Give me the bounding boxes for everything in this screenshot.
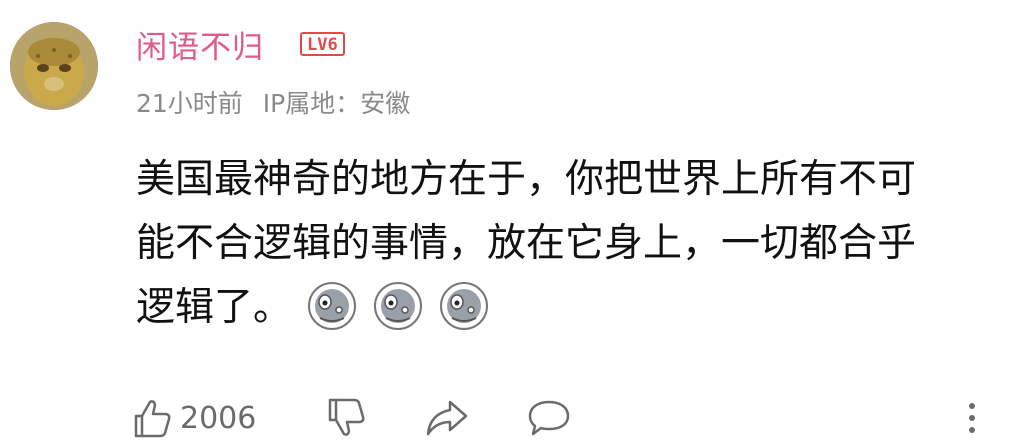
comment-line-last: 逻辑了。 <box>136 276 996 340</box>
comment-line: 能不合逻辑的事情，放在它身上，一切都合乎 <box>136 221 917 266</box>
avatar-image <box>10 22 98 110</box>
thinking-emoji <box>308 281 357 330</box>
thinking-emoji <box>440 281 489 330</box>
like-button[interactable]: 2006 <box>130 396 256 440</box>
thumbs-up-icon <box>134 400 171 438</box>
comment-text: 美国最神奇的地方在于，你把世界上所有不可 能不合逻辑的事情，放在它身上，一切都合… <box>136 148 996 340</box>
like-count: 2006 <box>180 400 257 436</box>
comment-icon <box>528 400 570 436</box>
comment-line-text: 逻辑了。 <box>136 285 293 330</box>
reply-button[interactable] <box>526 396 572 440</box>
comment-line: 美国最神奇的地方在于，你把世界上所有不可 <box>136 157 917 202</box>
thinking-emoji <box>374 281 423 330</box>
username[interactable]: 闲语不归 <box>136 22 264 67</box>
level-badge: LV6 <box>300 32 345 56</box>
comment-meta: 21小时前 IP属地：安徽 <box>136 84 422 120</box>
ip-location: IP属地：安徽 <box>262 89 411 118</box>
share-icon <box>426 400 468 436</box>
comment-time: 21小时前 <box>136 89 243 118</box>
action-bar: 2006 <box>130 396 1000 446</box>
more-icon <box>969 403 975 433</box>
avatar[interactable] <box>10 22 98 110</box>
share-button[interactable] <box>424 396 470 440</box>
dislike-button[interactable] <box>324 396 368 440</box>
thumbs-down-icon <box>328 398 365 436</box>
more-button[interactable] <box>964 396 980 440</box>
